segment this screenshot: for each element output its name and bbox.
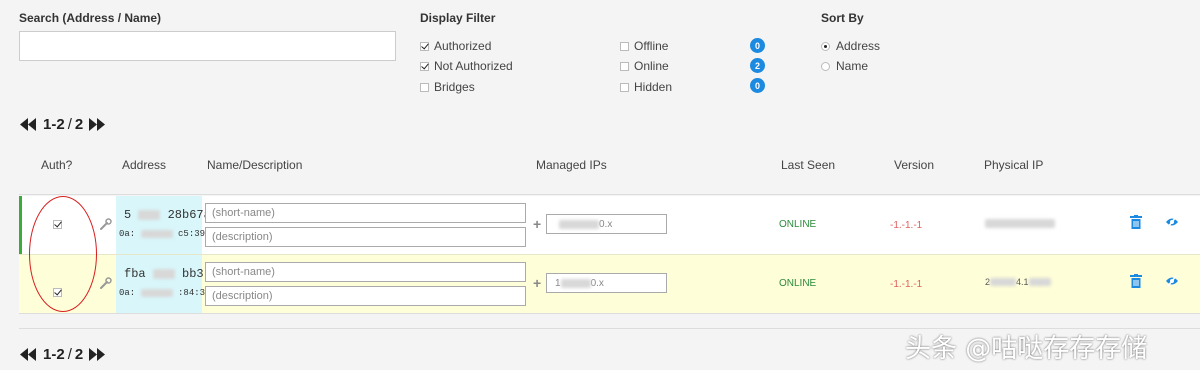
filter-authorized-checkbox[interactable]: [420, 41, 429, 51]
sort-name-radio[interactable]: [821, 61, 830, 71]
pagination-top: 1-2 / 2: [20, 116, 106, 133]
filter-offline-label: Offline: [634, 39, 669, 53]
status-online: ONLINE: [779, 278, 817, 289]
pagination-separator: /: [67, 346, 72, 363]
redacted-mac: [140, 288, 173, 297]
filter-online[interactable]: Online: [620, 59, 669, 73]
description-input[interactable]: [205, 227, 526, 247]
col-physical-ip: Physical IP: [984, 158, 1044, 172]
sort-address-label: Address: [836, 39, 881, 53]
managed-ip-suffix: 0.x: [599, 218, 613, 230]
address-part-a: 5: [124, 208, 132, 222]
add-ip-icon[interactable]: +: [533, 275, 541, 291]
pagination-separator: /: [67, 116, 72, 133]
filter-bridges[interactable]: Bridges: [420, 80, 475, 94]
redacted-physical-ip-tail: [1028, 278, 1051, 286]
short-name-input[interactable]: [205, 262, 526, 282]
display-filter-label: Display Filter: [420, 11, 496, 25]
pagination-total: 2: [74, 346, 84, 363]
filter-hidden-checkbox[interactable]: [620, 82, 629, 92]
filter-hidden-label: Hidden: [634, 80, 673, 94]
hide-eye-icon[interactable]: [1165, 216, 1179, 228]
col-address[interactable]: Address: [122, 158, 166, 172]
filter-offline-checkbox[interactable]: [620, 41, 629, 51]
status-online: ONLINE: [779, 219, 817, 230]
filter-authorized-label: Authorized: [434, 39, 492, 53]
sort-address[interactable]: Address: [821, 39, 880, 53]
col-version: Version: [894, 158, 935, 172]
table-bottom-divider: [19, 313, 1200, 314]
managed-ip-suffix: 0.x: [590, 277, 604, 289]
trash-icon[interactable]: [1130, 274, 1142, 288]
version-value: -1.-1.-1: [890, 220, 923, 231]
filter-bridges-checkbox[interactable]: [420, 82, 429, 92]
last-page-icon[interactable]: [89, 348, 106, 361]
watermark: 头条 @咕哒存存存储: [905, 334, 1148, 364]
online-count-badge: 2: [750, 58, 765, 73]
mac-part-b: :84:3: [178, 288, 206, 298]
sort-address-radio[interactable]: [821, 41, 830, 51]
filter-offline[interactable]: Offline: [620, 39, 668, 53]
description-input[interactable]: [205, 286, 526, 306]
filter-authorized[interactable]: Authorized: [420, 39, 491, 53]
mac-address: 0a: c5:39:f: [119, 229, 216, 239]
filter-online-label: Online: [634, 59, 669, 73]
physical-ip: 2 4.1: [985, 277, 1051, 287]
filter-not-authorized-checkbox[interactable]: [420, 61, 429, 71]
address-cell: [116, 196, 202, 254]
sort-name[interactable]: Name: [821, 59, 868, 73]
auth-checkbox[interactable]: [53, 220, 62, 229]
first-page-icon[interactable]: [20, 348, 37, 361]
auth-checkbox[interactable]: [53, 288, 62, 297]
first-page-icon[interactable]: [20, 118, 37, 131]
redacted-physical-ip: [990, 278, 1017, 286]
pagination-bottom: 1-2 / 2: [20, 346, 106, 363]
filter-hidden[interactable]: Hidden: [620, 80, 672, 94]
hidden-count-badge: 0: [750, 78, 765, 93]
offline-count-badge: 0: [750, 38, 765, 53]
mac-part-a: 0a:: [119, 229, 136, 239]
address-part-b: bb3: [182, 267, 204, 281]
search-input[interactable]: [19, 31, 396, 61]
address[interactable]: fba bb3: [124, 267, 204, 281]
address-part-a: fba: [124, 267, 146, 281]
mac-part-a: 0a:: [119, 288, 136, 298]
pagination-range: 1-2: [43, 346, 65, 363]
managed-ip-prefix: 1: [555, 277, 561, 289]
hide-eye-icon[interactable]: [1165, 275, 1179, 287]
add-ip-icon[interactable]: +: [533, 216, 541, 232]
short-name-input[interactable]: [205, 203, 526, 223]
filter-not-authorized[interactable]: Not Authorized: [420, 59, 513, 73]
address-cell: [116, 255, 202, 313]
wrench-icon[interactable]: [100, 218, 112, 230]
address[interactable]: 5 28b67a: [124, 208, 211, 222]
sort-by-label: Sort By: [821, 11, 864, 25]
filter-bridges-label: Bridges: [434, 80, 475, 94]
col-managed-ips: Managed IPs: [536, 158, 607, 172]
redacted-address: [152, 268, 175, 279]
managed-ip-input[interactable]: 1 0.x: [546, 273, 667, 293]
redacted-ip: [559, 219, 599, 229]
search-label: Search (Address / Name): [19, 11, 162, 25]
trash-icon[interactable]: [1130, 215, 1142, 229]
filter-not-authorized-label: Not Authorized: [434, 59, 513, 73]
pagination-range: 1-2: [43, 116, 65, 133]
physical-ip-part-b: 4.1: [1016, 277, 1029, 287]
version-value: -1.-1.-1: [890, 279, 923, 290]
redacted-mac: [140, 229, 173, 238]
mac-address: 0a: :84:3: [119, 288, 205, 298]
wrench-icon[interactable]: [100, 277, 112, 289]
header-divider: [19, 194, 1200, 195]
last-page-icon[interactable]: [89, 118, 106, 131]
col-auth: Auth?: [41, 158, 73, 172]
sort-name-label: Name: [836, 59, 869, 73]
redacted-physical-ip: [985, 219, 1055, 228]
managed-ip-input[interactable]: 0.x: [546, 214, 667, 234]
col-last-seen: Last Seen: [781, 158, 836, 172]
filter-online-checkbox[interactable]: [620, 61, 629, 71]
redacted-ip: [560, 278, 591, 288]
pagination-total: 2: [74, 116, 84, 133]
col-name[interactable]: Name/Description: [207, 158, 302, 172]
redacted-address: [138, 209, 161, 220]
